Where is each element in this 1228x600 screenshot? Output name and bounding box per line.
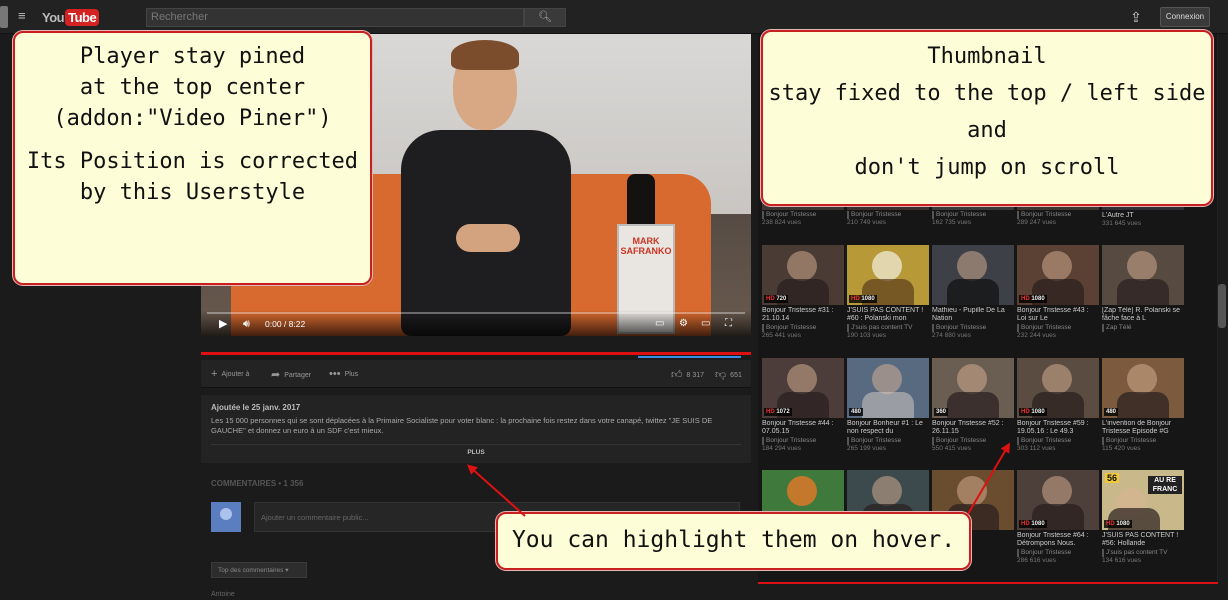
search-icon: 🔍︎	[538, 11, 552, 23]
masthead: ≡ You Tube Rechercher 🔍︎ ⇪ Connexion	[0, 0, 1228, 34]
video-frame-person-hands	[456, 224, 520, 252]
quality-badge: 480	[1104, 408, 1119, 416]
quality-badge: HD 1080	[849, 295, 877, 303]
player-bottom-highlight	[201, 352, 751, 355]
search-button[interactable]: 🔍︎	[524, 8, 566, 27]
scrollbar-thumb[interactable]	[1218, 284, 1226, 328]
commenter-name[interactable]: Antoine	[211, 591, 235, 598]
share-button[interactable]: ➦ Partager	[271, 368, 311, 381]
episode-number: 56	[1105, 473, 1120, 483]
video-frame-person-hair	[451, 40, 519, 70]
quality-badge: HD 720	[764, 295, 789, 303]
more-icon: •••	[329, 368, 341, 380]
play-icon[interactable]: ▶	[219, 317, 227, 331]
connexion-button[interactable]: Connexion	[1160, 7, 1210, 27]
thumbnail-image	[1102, 245, 1184, 305]
thumbnail-image: 480	[847, 358, 929, 418]
like-button[interactable]: 👍︎ 8 317	[671, 368, 704, 381]
quality-badge: HD 1080	[1104, 520, 1132, 528]
avatar	[211, 502, 241, 532]
hover-annotation: You can highlight them on hover.	[496, 512, 971, 570]
subtitles-icon[interactable]: ▭	[655, 317, 664, 331]
video-thumbnail[interactable]: 480 L'invention de Bonjour Tristesse Epi…	[1102, 358, 1184, 453]
video-thumbnail[interactable]: HD 1080 Bonjour Tristesse #59 : 19.05.16…	[1017, 358, 1099, 453]
comments-header: COMMENTAIRES • 1 356	[211, 479, 304, 488]
thumbnail-image: HD 1080	[1017, 470, 1099, 530]
grid-bottom-highlight	[758, 582, 1218, 584]
show-more-button[interactable]: PLUS	[201, 449, 751, 456]
video-description: Ajoutée le 25 janv. 2017 Les 15 000 pers…	[201, 395, 751, 463]
player-annotation: Player stay pined at the top center (add…	[13, 31, 372, 285]
video-thumbnail[interactable]: [Zap Télé] R. Polanski se fâche face à L…	[1102, 245, 1184, 332]
comment-sort-button[interactable]: Top des commentaires ▾	[211, 562, 307, 578]
video-thumbnail[interactable]: HD 1080 Bonjour Tristesse #64 : Détrompo…	[1017, 470, 1099, 565]
thumbnail-image: HD 720	[762, 245, 844, 305]
description-divider	[211, 444, 741, 445]
thumbnail-image: 56 AU RE FRANC HD 1080	[1102, 470, 1184, 530]
quality-badge: 480	[849, 408, 864, 416]
video-thumbnail[interactable]: 480 Bonjour Bonheur #1 : Le non respect …	[847, 358, 929, 453]
quality-badge: HD 1072	[764, 408, 792, 416]
volume-icon[interactable]: 🔊︎	[243, 317, 250, 331]
video-thumbnail[interactable]: 56 AU RE FRANC HD 1080 J'SUIS PAS CONTEN…	[1102, 470, 1184, 565]
publish-date: Ajoutée le 25 janv. 2017	[211, 403, 301, 412]
quality-badge: 360	[934, 408, 949, 416]
thumbnail-caption: AU RE FRANC	[1148, 476, 1182, 494]
chevron-down-icon: ▾	[285, 567, 289, 574]
quality-badge: HD 1080	[1019, 295, 1047, 303]
thumbnail-annotation: Thumbnail stay fixed to the top / left s…	[761, 30, 1213, 206]
thumbs-down-icon: 👎︎	[715, 369, 727, 381]
video-thumbnail[interactable]: Mathieu - Pupille De La Nation Bonjour T…	[932, 245, 1014, 340]
action-bar: + Ajouter à ➦ Partager ••• Plus 👍︎ 8 317 👎︎ 6…	[201, 360, 751, 388]
thumbnail-image: HD 1072	[762, 358, 844, 418]
thumbnail-image: HD 1080	[847, 245, 929, 305]
thumbnail-image: 360	[932, 358, 1014, 418]
page: ≡ You Tube Rechercher 🔍︎ ⇪ Connexion MAR…	[0, 0, 1228, 600]
thumbnail-image	[932, 245, 1014, 305]
thumbnail-image: HD 1080	[1017, 358, 1099, 418]
video-thumbnail[interactable]: HD 1080 Bonjour Tristesse #43 : Loi sur …	[1017, 245, 1099, 340]
settings-icon[interactable]: ⚙	[679, 317, 688, 331]
video-thumbnail[interactable]: HD 1080 J'SUIS PAS CONTENT ! #60 : Polan…	[847, 245, 929, 340]
add-to-button[interactable]: + Ajouter à	[211, 368, 249, 380]
like-ratio-bar	[638, 356, 741, 358]
logo-tube: Tube	[65, 8, 100, 26]
logo-you: You	[42, 9, 65, 25]
upload-icon[interactable]: ⇪	[1129, 9, 1143, 25]
menu-icon[interactable]: ≡	[18, 9, 32, 22]
share-icon: ➦	[271, 369, 281, 381]
plus-icon: +	[211, 368, 218, 380]
more-button[interactable]: ••• Plus	[329, 368, 358, 380]
thumbnail-image: 480	[1102, 358, 1184, 418]
youtube-logo[interactable]: You Tube	[42, 8, 100, 26]
thumbnail-image: HD 1080	[1017, 245, 1099, 305]
video-thumbnail[interactable]: 360 Bonjour Tristesse #52 : 26.11.15 Bon…	[932, 358, 1014, 453]
description-text: Les 15 000 personnes qui se sont déplacé…	[211, 416, 713, 435]
thumbs-up-icon: 👍︎	[671, 369, 683, 381]
video-thumbnail[interactable]: HD 720 Bonjour Tristesse #31 : 21.10.14 …	[762, 245, 844, 340]
edge-tab-icon	[0, 6, 8, 28]
quality-badge: HD 1080	[1019, 408, 1047, 416]
theater-mode-icon[interactable]: ▭	[701, 317, 710, 331]
fullscreen-icon[interactable]: ⛶	[725, 317, 732, 331]
search-input[interactable]: Rechercher	[146, 8, 524, 27]
quality-badge: HD 1080	[1019, 520, 1047, 528]
player-progress-bar[interactable]	[207, 312, 745, 314]
video-thumbnail[interactable]: HD 1072 Bonjour Tristesse #44 : 07.05.15…	[762, 358, 844, 453]
dislike-button[interactable]: 👎︎ 651	[715, 368, 742, 381]
time-display: 0:00 / 8:22	[265, 319, 306, 329]
